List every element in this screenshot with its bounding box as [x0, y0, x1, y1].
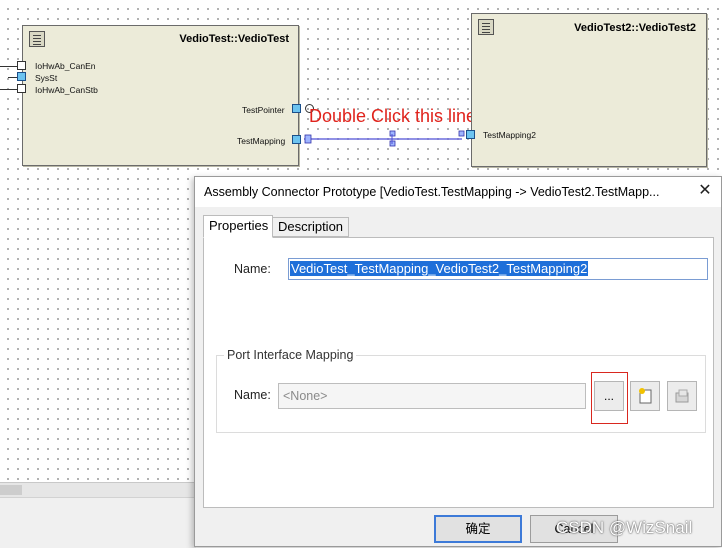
port-testmapping2[interactable] — [466, 130, 475, 139]
highlight-box — [591, 372, 628, 424]
assembly-connector-line[interactable] — [300, 128, 472, 148]
name-label: Name: — [234, 262, 271, 276]
assembly-connector-dialog: Assembly Connector Prototype [VedioTest.… — [194, 176, 722, 547]
watermark: CSDN @WizSnail — [556, 518, 693, 537]
mapping-name-field[interactable]: <None> — [278, 383, 586, 409]
dialog-titlebar[interactable]: Assembly Connector Prototype [VedioTest.… — [195, 177, 721, 207]
horizontal-scrollbar[interactable] — [0, 482, 196, 497]
status-area — [0, 497, 196, 548]
port-ioHwAb-canstb[interactable] — [17, 84, 26, 93]
component-icon — [478, 19, 494, 35]
close-icon[interactable]: ✕ — [695, 181, 715, 201]
properties-panel: Name: VedioTest_TestMapping_VedioTest2_T… — [203, 237, 714, 508]
port-ioHwAb-canen[interactable] — [17, 61, 26, 70]
new-mapping-button[interactable] — [630, 381, 660, 411]
component-title: VedioTest::VedioTest — [179, 33, 289, 45]
name-value: VedioTest_TestMapping_VedioTest2_TestMap… — [290, 261, 589, 276]
port-label: TestPointer — [242, 105, 285, 115]
port-sysst[interactable] — [17, 72, 26, 81]
port-testpointer[interactable] — [292, 104, 301, 113]
tab-description[interactable]: Description — [272, 217, 349, 237]
port-label: SysSt — [35, 73, 58, 83]
edit-mapping-button[interactable] — [667, 381, 697, 411]
component-vediotest2[interactable]: VedioTest2::VedioTest2 — [471, 13, 707, 167]
group-title: Port Interface Mapping — [224, 348, 357, 362]
tab-properties[interactable]: Properties — [203, 215, 273, 238]
port-line-icon — [0, 66, 17, 67]
component-icon — [29, 31, 45, 47]
port-label: IoHwAb_CanEn — [35, 61, 96, 71]
port-label: TestMapping2 — [483, 130, 536, 140]
new-mapping-icon — [639, 388, 652, 404]
name-field[interactable]: VedioTest_TestMapping_VedioTest2_TestMap… — [288, 258, 708, 280]
dialog-title: Assembly Connector Prototype [VedioTest.… — [204, 185, 660, 199]
port-label: TestMapping — [237, 136, 286, 146]
port-label: IoHwAb_CanStb — [35, 85, 98, 95]
port-line-icon — [8, 77, 17, 78]
scroll-thumb[interactable] — [0, 485, 22, 495]
double-click-hint: Double Click this line — [309, 106, 477, 126]
edit-mapping-icon — [675, 389, 689, 403]
component-title: VedioTest2::VedioTest2 — [574, 22, 696, 34]
port-line-icon — [0, 89, 17, 90]
ok-button[interactable]: 确定 — [434, 515, 522, 543]
mapping-name-label: Name: — [234, 388, 271, 402]
